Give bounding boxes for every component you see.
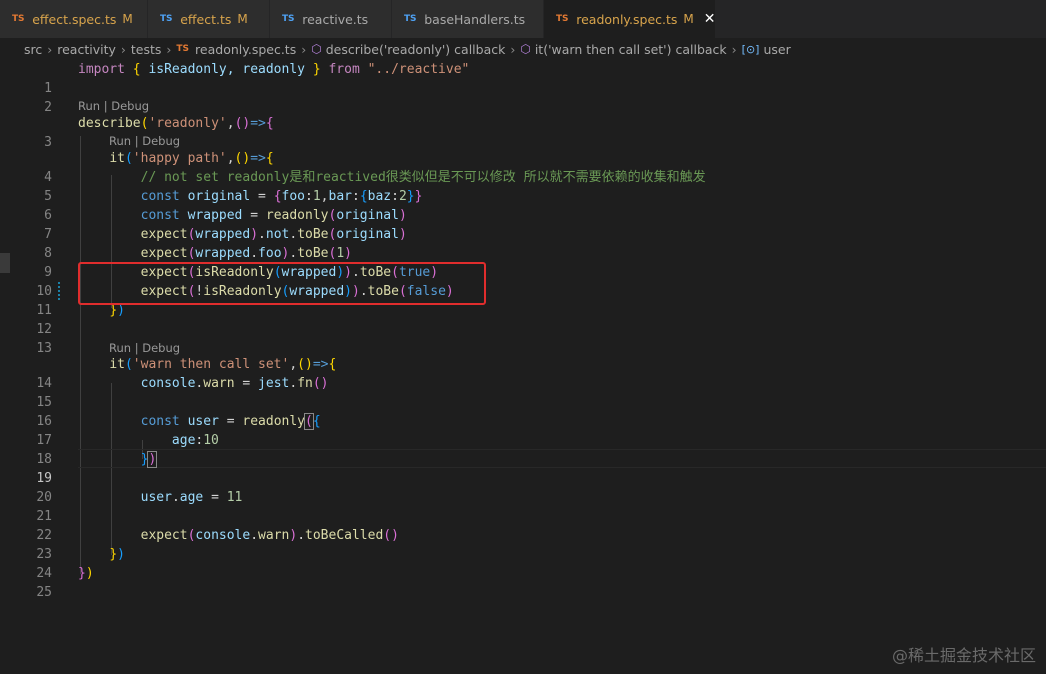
codelens-run-debug: Run | Debug	[78, 99, 150, 113]
breadcrumb-item-src[interactable]: src	[24, 42, 42, 57]
tab-readonly-spec[interactable]: TS readonly.spec.ts M ✕	[544, 0, 716, 38]
code-line: 13	[0, 320, 1046, 356]
breadcrumb-item-it[interactable]: it('warn then call set') callback	[535, 42, 727, 57]
codelens-run-link[interactable]: Run	[78, 99, 100, 113]
code-line: 25 })	[0, 564, 1046, 600]
code-line: 17 const user = readonly({	[0, 412, 1046, 448]
typescript-file-icon: TS	[176, 44, 190, 54]
method-cube-icon: ⬡	[311, 42, 322, 56]
breadcrumb-item-user[interactable]: user	[763, 42, 790, 57]
code-line: 3 describe('readonly',()=>{	[0, 114, 1046, 150]
breadcrumb: src › reactivity › tests › TS readonly.s…	[0, 38, 1046, 60]
method-cube-icon: ⬡	[520, 42, 531, 56]
codelens-debug-link[interactable]: Debug	[142, 134, 180, 148]
variable-icon: [⊙]	[741, 42, 760, 56]
annotation-highlight-box	[78, 262, 486, 305]
tab-label: readonly.spec.ts	[576, 11, 678, 27]
watermark: @稀土掘金技术社区	[891, 646, 1036, 665]
codelens-run-link[interactable]: Run	[109, 134, 131, 148]
typescript-file-icon: TS	[160, 14, 173, 24]
code-line: 23 expect(console.warn).toBeCalled()	[0, 526, 1046, 562]
chevron-right-icon: ›	[120, 41, 126, 57]
modified-badge: M	[237, 12, 248, 26]
code-line: 24 })	[0, 545, 1046, 581]
code-line: 4 it('happy path',()=>{	[0, 149, 1046, 185]
breadcrumb-item-reactivity[interactable]: reactivity	[57, 42, 116, 57]
typescript-file-icon: TS	[282, 14, 295, 24]
chevron-right-icon: ›	[301, 41, 307, 57]
breadcrumb-item-describe[interactable]: describe('readonly') callback	[326, 42, 506, 57]
typescript-file-icon: TS	[404, 14, 417, 24]
codelens-run-debug: Run | Debug	[109, 134, 181, 148]
code-line: 9 expect(wrapped.foo).toBe(1)	[0, 244, 1046, 280]
tab-reactive[interactable]: TS reactive.ts	[270, 0, 392, 38]
code-line: 21 user.age = 11	[0, 488, 1046, 524]
modified-badge: M	[122, 12, 133, 26]
codelens-debug-link[interactable]: Debug	[142, 341, 180, 355]
typescript-file-icon: TS	[556, 14, 569, 24]
typescript-file-icon: TS	[12, 14, 25, 24]
code-line: 8 expect(wrapped).not.toBe(original)	[0, 225, 1046, 261]
tab-label: effect.ts	[180, 11, 232, 27]
code-line: 18 age:10	[0, 431, 1046, 467]
code-line: 14 it('warn then call set',()=>{	[0, 355, 1046, 391]
modified-badge: M	[683, 12, 694, 26]
codelens-run-debug: Run | Debug	[109, 341, 181, 355]
code-line: 6 const original = {foo:1,bar:{baz:2}}	[0, 187, 1046, 223]
tab-effect[interactable]: TS effect.ts M	[148, 0, 270, 38]
code-line: 15 console.warn = jest.fn()	[0, 374, 1046, 410]
chevron-right-icon: ›	[47, 41, 53, 57]
tab-label: baseHandlers.ts	[424, 11, 526, 27]
code-line: 2	[0, 79, 1046, 115]
tab-effect-spec[interactable]: TS effect.spec.ts M	[0, 0, 148, 38]
code-line: 22	[0, 507, 1046, 543]
code-line: 20	[0, 469, 1046, 505]
tab-bar: TS effect.spec.ts M TS effect.ts M TS re…	[0, 0, 1046, 38]
chevron-right-icon: ›	[510, 41, 516, 57]
code-line: 16	[0, 393, 1046, 429]
tab-basehandlers[interactable]: TS baseHandlers.ts	[392, 0, 544, 38]
chevron-right-icon: ›	[166, 41, 172, 57]
breadcrumb-item-file[interactable]: readonly.spec.ts	[195, 42, 296, 57]
codelens-debug-link[interactable]: Debug	[111, 99, 149, 113]
line-number: 25	[36, 585, 52, 600]
breadcrumb-item-tests[interactable]: tests	[131, 42, 162, 57]
code-line: 5 // not set readonly是和reactived很类似但是不可以…	[0, 168, 1046, 204]
code-line: 7 const wrapped = readonly(original)	[0, 206, 1046, 242]
codelens-run-link[interactable]: Run	[109, 341, 131, 355]
code-line: 19 })	[0, 450, 1046, 486]
tab-label: effect.spec.ts	[32, 11, 117, 27]
code-editor[interactable]: 1 import { isReadonly, readonly } from "…	[0, 60, 1046, 674]
chevron-right-icon: ›	[731, 41, 737, 57]
tab-label: reactive.ts	[302, 11, 369, 27]
code-line: 1 import { isReadonly, readonly } from "…	[0, 60, 1046, 96]
close-icon[interactable]: ✕	[704, 11, 716, 27]
